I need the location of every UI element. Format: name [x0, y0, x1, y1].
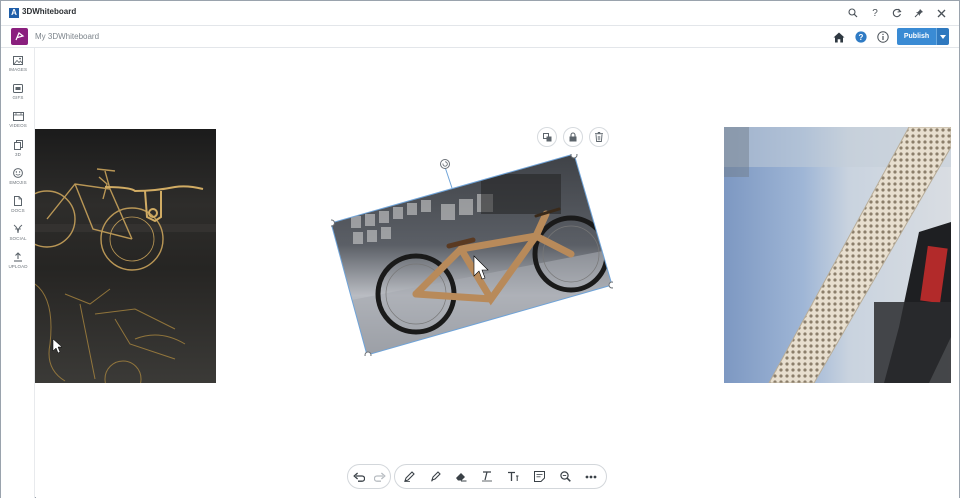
history-toolbar: [347, 464, 391, 489]
sticky-note-tool-button[interactable]: [528, 466, 550, 488]
video-icon: [12, 112, 24, 121]
sidebar-item-images[interactable]: IMAGES: [1, 53, 35, 79]
zoom-icon: [559, 471, 571, 482]
app-logo: A: [9, 8, 19, 18]
sidebar-item-label: EMOJIS: [9, 180, 27, 185]
pen-tool-button[interactable]: [398, 466, 420, 488]
close-icon[interactable]: [934, 6, 948, 20]
sidebar-item-label: IMAGES: [8, 67, 28, 72]
image-icon: [13, 56, 23, 65]
sidebar-item-docs[interactable]: DOCS: [1, 193, 35, 219]
social-icon: [13, 224, 23, 234]
bike-sketch-image[interactable]: [35, 129, 216, 383]
undo-button[interactable]: [348, 466, 369, 488]
whiteboard-logo[interactable]: [11, 28, 28, 45]
marker-icon: [430, 471, 441, 482]
redo-icon: [373, 472, 386, 482]
more-icon: [585, 475, 597, 478]
sidebar-item-label: GIFS: [12, 95, 24, 100]
marker-tool-button[interactable]: [424, 466, 446, 488]
sidebar-item-social[interactable]: SOCIAL: [1, 221, 35, 247]
text-tool-button[interactable]: [502, 466, 524, 488]
eraser-icon: [456, 473, 467, 482]
svg-text:?: ?: [859, 33, 864, 42]
app-header: My 3DWhiteboard ? Publish: [1, 26, 959, 48]
bike-frame-closeup-image[interactable]: [724, 127, 951, 383]
sidebar-item-label: DOCS: [11, 208, 25, 213]
home-icon[interactable]: [831, 29, 847, 45]
more-tools-button[interactable]: [580, 466, 602, 488]
search-icon[interactable]: [846, 6, 860, 20]
duplicate-button[interactable]: [537, 127, 557, 147]
sidebar-item-emojis[interactable]: EMOJIS: [1, 165, 35, 191]
sidebar-item-label: VIDEOS: [9, 123, 27, 128]
help-icon[interactable]: ?: [868, 6, 882, 20]
content-sidebar: IMAGES GIFS VIDEOS 3D EMOJIS DOCS SOCIAL: [1, 48, 35, 498]
text-format-icon: [482, 471, 492, 482]
eraser-tool-button[interactable]: [450, 466, 472, 488]
title-bar: A 3DWhiteboard ?: [1, 1, 959, 26]
delete-button[interactable]: [589, 127, 609, 147]
text-icon: [508, 471, 519, 481]
sidebar-item-label: SOCIAL: [9, 236, 27, 241]
whiteboard-title[interactable]: My 3DWhiteboard: [35, 32, 99, 41]
sticky-note-icon: [533, 471, 545, 482]
upload-icon: [14, 252, 22, 262]
trash-icon: [595, 132, 603, 142]
wooden-bike-image[interactable]: [328, 151, 616, 359]
sidebar-item-label: 3D: [15, 152, 21, 157]
lock-icon: [569, 132, 577, 142]
text-format-tool-button[interactable]: [476, 466, 498, 488]
undo-icon: [352, 472, 365, 482]
sidebar-item-label: UPLOAD: [8, 264, 28, 269]
sidebar-item-upload[interactable]: UPLOAD: [1, 249, 35, 275]
pen-icon: [403, 471, 415, 482]
duplicate-icon: [542, 132, 551, 141]
chevron-down-icon: [940, 34, 946, 39]
refresh-icon[interactable]: [890, 6, 904, 20]
app-window: A 3DWhiteboard ? My 3DWhiteboard ? Publi…: [0, 0, 960, 498]
emoji-icon: [13, 168, 23, 178]
sidebar-item-gifs[interactable]: GIFS: [1, 81, 35, 107]
sidebar-item-videos[interactable]: VIDEOS: [1, 109, 35, 135]
document-icon: [14, 196, 22, 206]
drawing-toolbar: [394, 464, 607, 489]
zoom-tool-button[interactable]: [554, 466, 576, 488]
app-title: 3DWhiteboard: [22, 7, 77, 16]
rotate-handle[interactable]: [437, 157, 457, 193]
cube-icon: [13, 140, 23, 150]
gif-icon: [13, 84, 23, 93]
publish-dropdown-button[interactable]: [936, 28, 949, 45]
lock-button[interactable]: [563, 127, 583, 147]
mouse-cursor-icon: [52, 338, 63, 354]
redo-button[interactable]: [369, 466, 390, 488]
publish-button[interactable]: Publish: [897, 28, 936, 45]
help-circle-icon[interactable]: ?: [853, 29, 869, 45]
info-icon[interactable]: [875, 29, 891, 45]
pin-icon[interactable]: [912, 6, 926, 20]
sidebar-item-3d[interactable]: 3D: [1, 137, 35, 163]
